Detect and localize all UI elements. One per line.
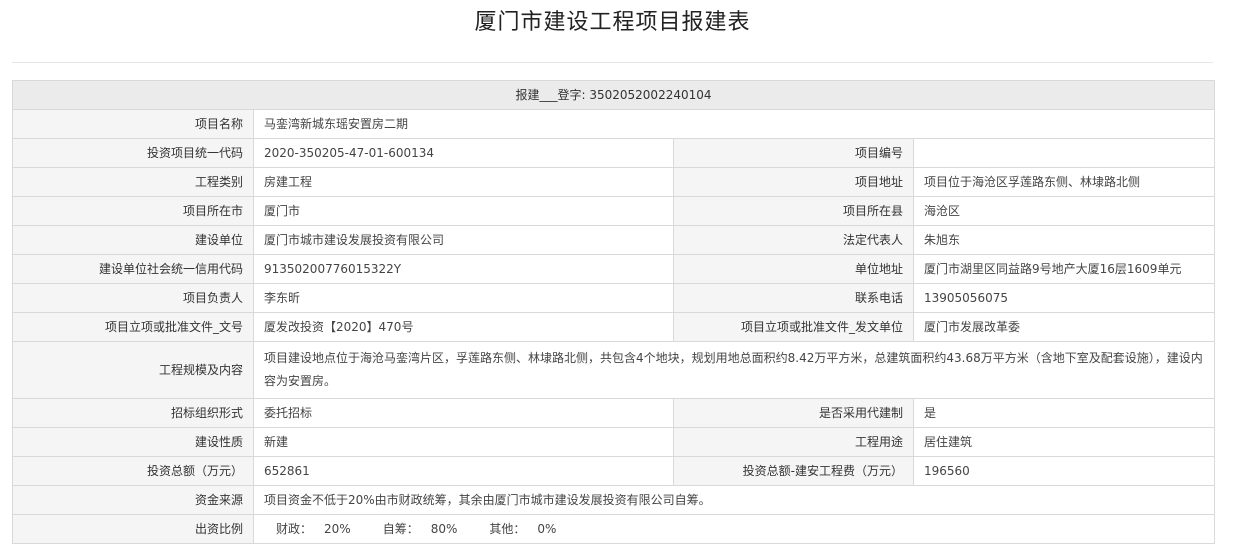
doc-no-label: 项目立项或批准文件_文号	[12, 312, 254, 342]
scale-value: 项目建设地点位于海沧马銮湾片区，孚莲路东侧、林埭路北侧，共包含4个地块，规划用地…	[252, 341, 1216, 399]
nature-label: 建设性质	[12, 427, 254, 457]
eng-type-label: 工程类别	[12, 167, 254, 197]
fund-ratio-label: 出资比例	[12, 514, 254, 544]
doc-unit-label: 项目立项或批准文件_发文单位	[673, 312, 914, 342]
usage-label: 工程用途	[673, 427, 914, 457]
table-row: 建设性质 新建 工程用途 居住建筑	[12, 427, 1216, 457]
fund-source-value: 项目资金不低于20%由市财政统筹，其余由厦门市城市建设发展投资有限公司自筹。	[252, 485, 1216, 515]
unit-address-value: 厦门市湖里区同益路9号地产大厦16层1609单元	[912, 254, 1216, 284]
page-title: 厦门市建设工程项目报建表	[474, 10, 751, 35]
table-row: 建设单位 厦门市城市建设发展投资有限公司 法定代表人 朱旭东	[12, 225, 1216, 255]
fund-source-label: 资金来源	[12, 485, 254, 515]
unit-address-label: 单位地址	[673, 254, 914, 284]
county-value: 海沧区	[912, 196, 1216, 226]
usage-value: 居住建筑	[912, 427, 1216, 457]
total-invest-value: 652861	[253, 456, 674, 486]
builder-label: 建设单位	[12, 225, 254, 255]
fiscal-ratio-label: 财政：	[276, 522, 313, 536]
bid-form-value: 委托招标	[253, 398, 674, 428]
leader-label: 项目负责人	[12, 283, 254, 313]
total-invest-label: 投资总额（万元）	[12, 456, 254, 486]
leader-value: 李东昕	[253, 283, 674, 313]
project-address-label: 项目地址	[673, 167, 914, 197]
table-row: 项目立项或批准文件_文号 厦发改投资【2020】470号 项目立项或批准文件_发…	[12, 312, 1216, 342]
phone-value: 13905056075	[912, 283, 1216, 313]
fiscal-ratio-value: 20%	[324, 522, 351, 536]
table-header-row: 报建___登字: 3502052002240104	[11, 80, 1216, 110]
registration-number: 报建___登字: 3502052002240104	[11, 80, 1216, 110]
title-divider	[12, 62, 1213, 63]
table-row: 项目所在市 厦门市 项目所在县 海沧区	[12, 196, 1216, 226]
project-name-value: 马銮湾新城东瑶安置房二期	[252, 109, 1216, 139]
project-no-label: 项目编号	[673, 138, 914, 168]
install-fee-value: 196560	[912, 456, 1216, 486]
install-fee-label: 投资总额-建安工程费（万元）	[673, 456, 914, 486]
doc-unit-value: 厦门市发展改革委	[912, 312, 1216, 342]
county-label: 项目所在县	[673, 196, 914, 226]
credit-code-value: 91350200776015322Y	[253, 254, 674, 284]
invest-code-label: 投资项目统一代码	[12, 138, 254, 168]
table-row: 项目名称 马銮湾新城东瑶安置房二期	[12, 109, 1216, 139]
table-row: 出资比例 财政： 20% 自筹： 80% 其他： 0%	[12, 514, 1216, 544]
builder-value: 厦门市城市建设发展投资有限公司	[253, 225, 674, 255]
table-row: 投资项目统一代码 2020-350205-47-01-600134 项目编号	[12, 138, 1216, 168]
invest-code-value: 2020-350205-47-01-600134	[253, 138, 674, 168]
fund-ratio-value: 财政： 20% 自筹： 80% 其他： 0%	[252, 514, 1216, 544]
agent-build-value: 是	[912, 398, 1216, 428]
doc-no-value: 厦发改投资【2020】470号	[253, 312, 674, 342]
city-value: 厦门市	[253, 196, 674, 226]
credit-code-label: 建设单位社会统一信用代码	[12, 254, 254, 284]
project-address-value: 项目位于海沧区孚莲路东侧、林埭路北侧	[912, 167, 1216, 197]
legal-rep-value: 朱旭东	[912, 225, 1216, 255]
agent-build-label: 是否采用代建制	[673, 398, 914, 428]
other-ratio-label: 其他：	[489, 522, 526, 536]
table-row: 建设单位社会统一信用代码 91350200776015322Y 单位地址 厦门市…	[12, 254, 1216, 284]
eng-type-value: 房建工程	[253, 167, 674, 197]
table-row: 工程类别 房建工程 项目地址 项目位于海沧区孚莲路东侧、林埭路北侧	[12, 167, 1216, 197]
legal-rep-label: 法定代表人	[673, 225, 914, 255]
project-no-value	[912, 138, 1216, 168]
table-row: 项目负责人 李东昕 联系电话 13905056075	[12, 283, 1216, 313]
bid-form-label: 招标组织形式	[12, 398, 254, 428]
project-registration-table: 报建___登字: 3502052002240104 项目名称 马銮湾新城东瑶安置…	[11, 80, 1216, 544]
phone-label: 联系电话	[673, 283, 914, 313]
table-row: 招标组织形式 委托招标 是否采用代建制 是	[12, 398, 1216, 428]
project-name-label: 项目名称	[12, 109, 254, 139]
other-ratio-value: 0%	[537, 522, 557, 536]
city-label: 项目所在市	[12, 196, 254, 226]
self-ratio-value: 80%	[430, 522, 458, 536]
scale-label: 工程规模及内容	[12, 341, 254, 399]
self-ratio-label: 自筹：	[382, 522, 419, 536]
table-row: 资金来源 项目资金不低于20%由市财政统筹，其余由厦门市城市建设发展投资有限公司…	[12, 485, 1216, 515]
nature-value: 新建	[253, 427, 674, 457]
table-row: 工程规模及内容 项目建设地点位于海沧马銮湾片区，孚莲路东侧、林埭路北侧，共包含4…	[12, 341, 1216, 399]
table-row: 投资总额（万元） 652861 投资总额-建安工程费（万元） 196560	[12, 456, 1216, 486]
